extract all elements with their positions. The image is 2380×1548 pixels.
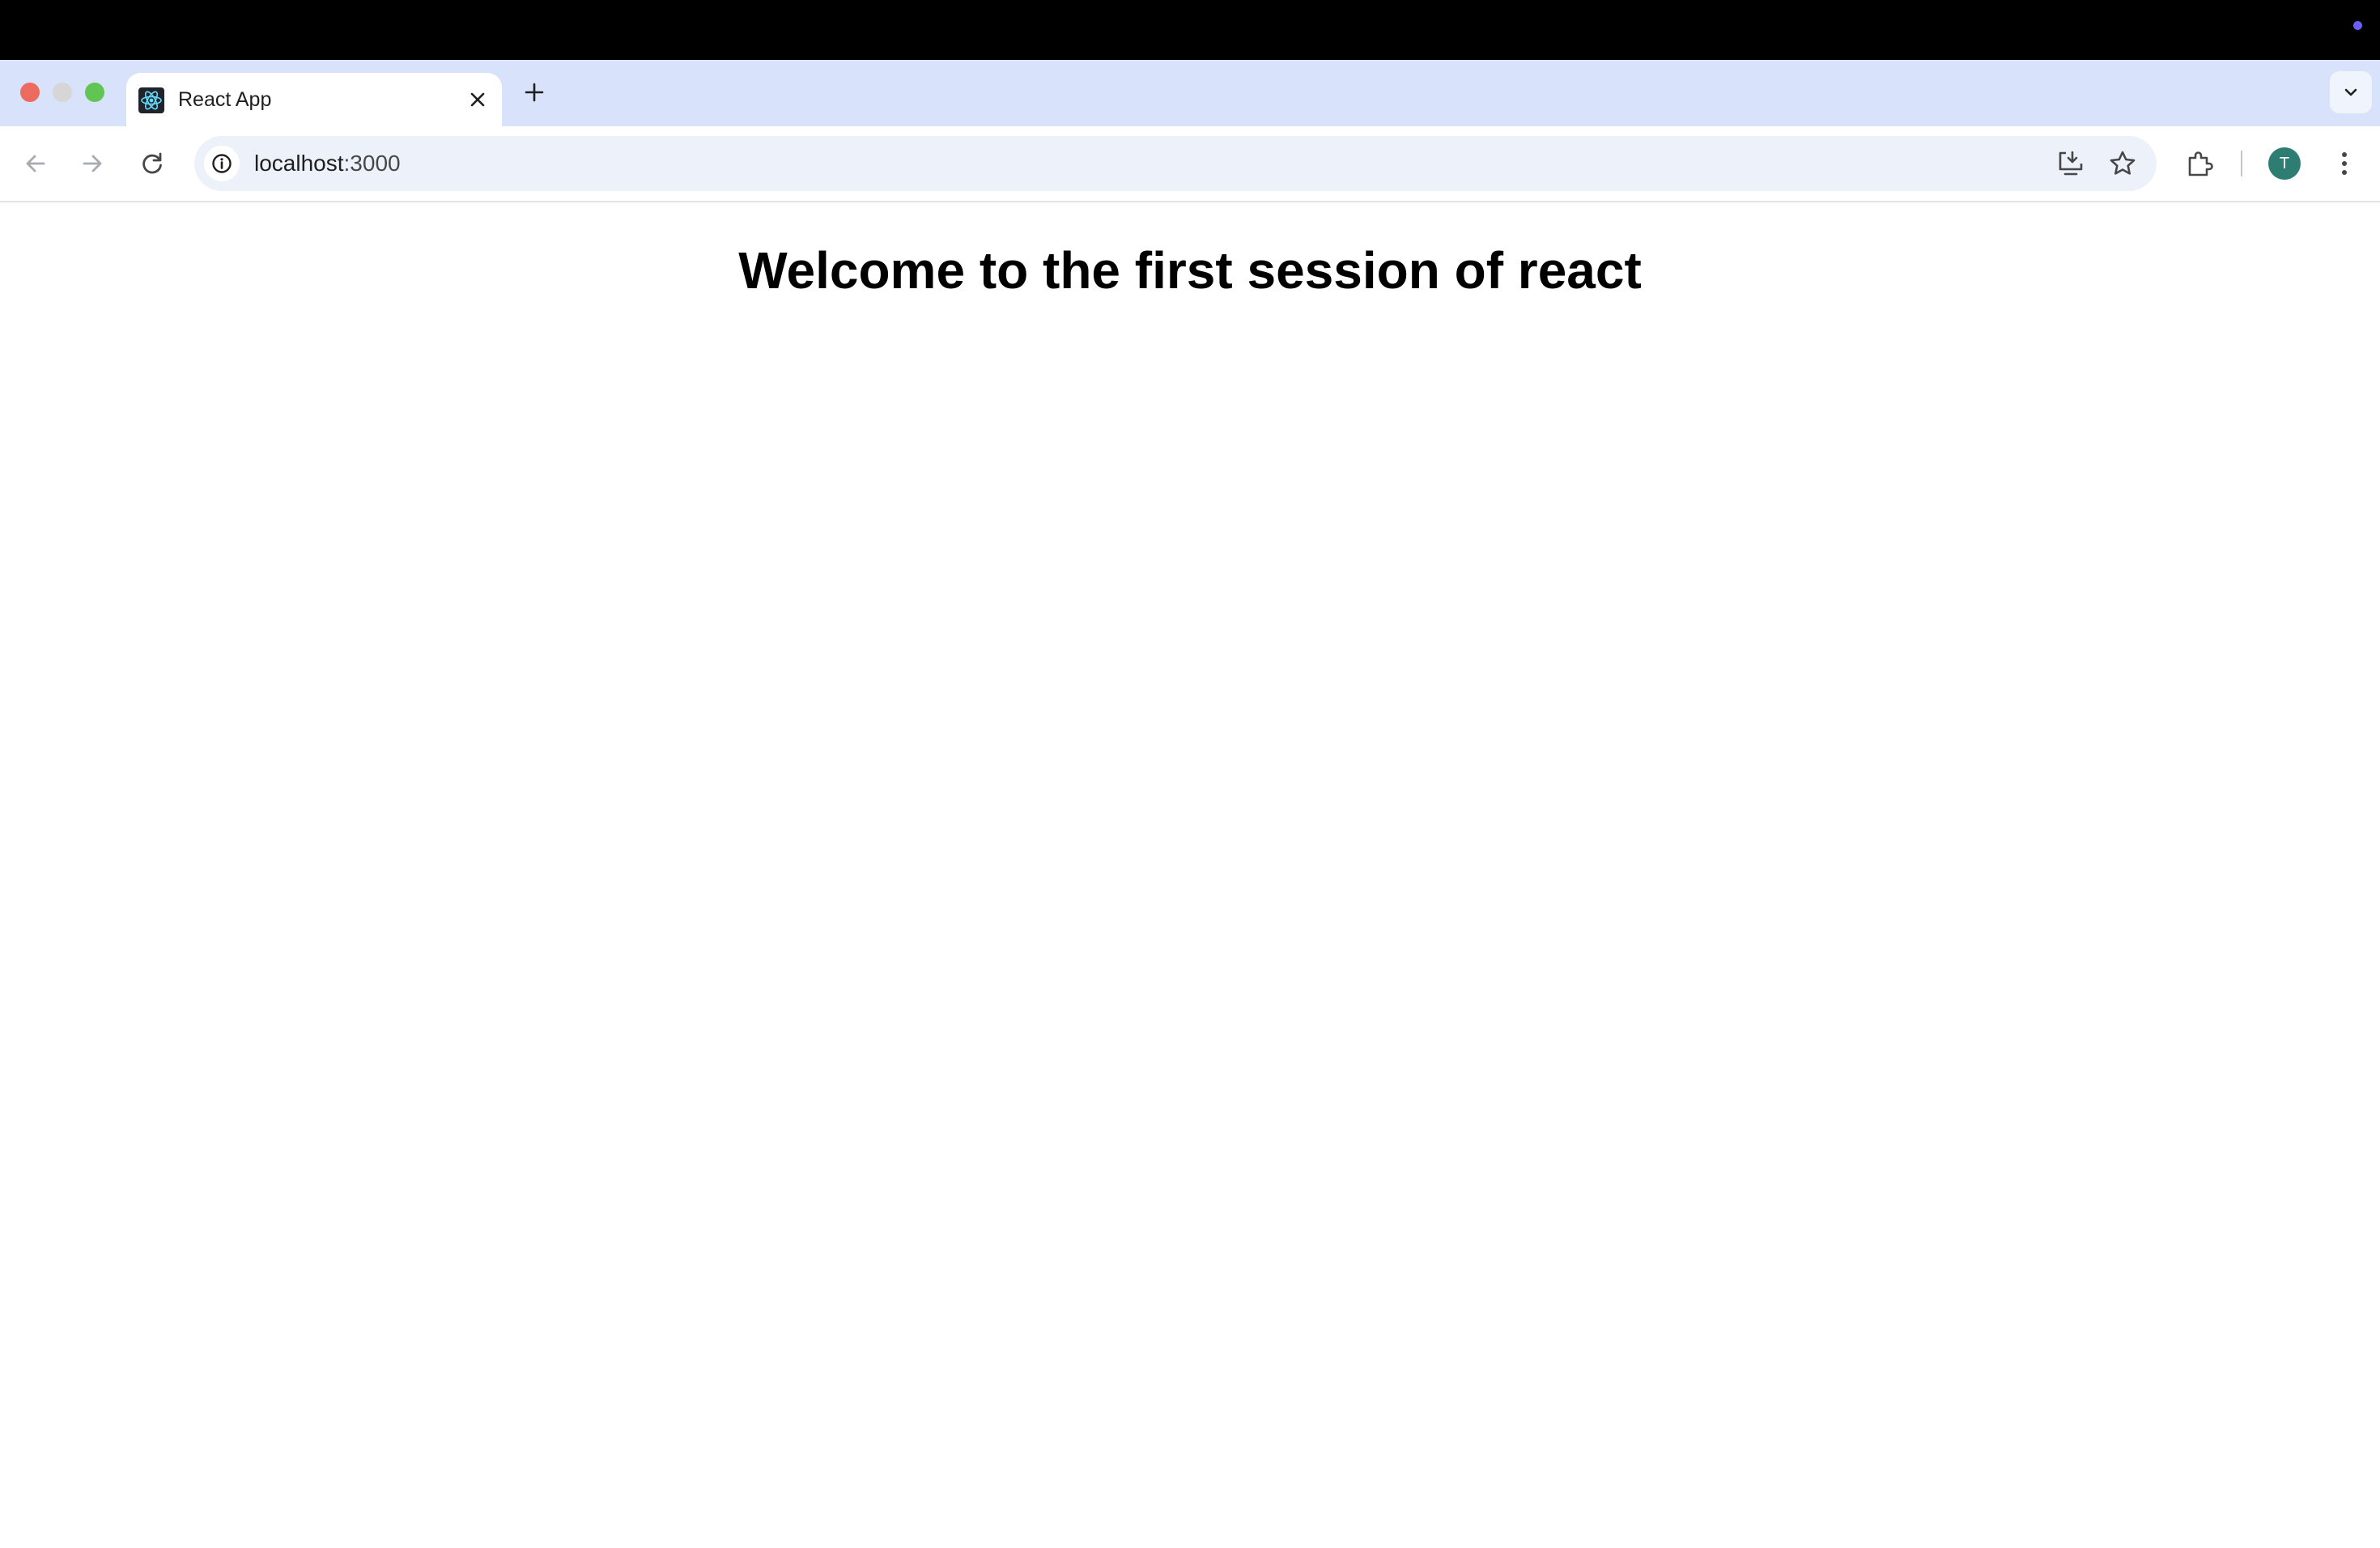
arrow-right-icon[interactable] — [74, 146, 110, 181]
avatar[interactable]: T — [2268, 147, 2301, 180]
url-port: :3000 — [343, 151, 401, 176]
window-minimize-button[interactable] — [53, 83, 72, 102]
page-title: Welcome to the first session of react — [738, 241, 1642, 300]
browser-tab[interactable]: React App — [126, 73, 502, 126]
toolbar-divider — [2241, 151, 2242, 176]
menu-bar — [0, 0, 2380, 60]
url-text: localhost:3000 — [254, 151, 401, 176]
status-indicator — [2353, 21, 2362, 30]
install-app-icon[interactable] — [2055, 147, 2087, 180]
chevron-down-icon[interactable] — [2330, 71, 2372, 113]
close-icon[interactable] — [463, 85, 492, 114]
tab-title: React App — [178, 88, 272, 111]
react-logo-icon — [138, 87, 164, 113]
arrow-left-icon[interactable] — [18, 146, 53, 181]
star-icon[interactable] — [2106, 147, 2139, 180]
address-bar[interactable]: localhost:3000 — [194, 136, 2157, 191]
puzzle-icon[interactable] — [2182, 146, 2218, 181]
tab-strip: React App — [0, 60, 2380, 126]
reload-icon[interactable] — [134, 146, 170, 181]
browser-toolbar: localhost:3000 T — [0, 126, 2380, 202]
page-content: Welcome to the first session of react — [0, 202, 2380, 1548]
window-zoom-button[interactable] — [85, 83, 104, 102]
url-host: localhost — [254, 151, 344, 176]
info-icon[interactable] — [204, 146, 240, 181]
plus-icon[interactable] — [520, 78, 549, 107]
window-close-button[interactable] — [20, 83, 40, 102]
kebab-menu-icon[interactable] — [2328, 146, 2361, 181]
